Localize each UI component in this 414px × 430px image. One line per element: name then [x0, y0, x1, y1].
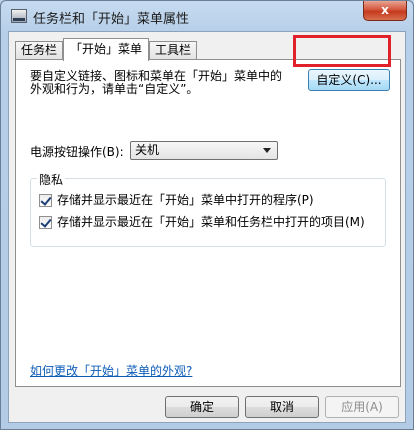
close-button[interactable]: x	[363, 1, 407, 21]
customize-button[interactable]: 自定义(C)...	[308, 69, 390, 91]
privacy-group: 隐私 存储并显示最近在「开始」菜单中打开的程序(P) 存储并显示最近在「开始」菜…	[30, 171, 386, 247]
start-menu-help-link[interactable]: 如何更改「开始」菜单的外观?	[30, 362, 192, 379]
recent-items-checkbox[interactable]	[39, 216, 52, 229]
customize-description: 要自定义链接、图标和菜单在「开始」菜单中的 外观和行为，请单击“自定义”。	[30, 70, 300, 96]
properties-window: 任务栏和「开始」菜单属性 x 任务栏 「开始」菜单 工具栏 要自定义链接、图标和…	[0, 0, 414, 430]
power-button-label: 电源按钮操作(B):	[30, 145, 124, 159]
recent-items-label: 存储并显示最近在「开始」菜单和任务栏中打开的项目(M)	[57, 215, 365, 229]
tab-taskbar[interactable]: 任务栏	[15, 41, 63, 60]
description-line-2: 外观和行为，请单击“自定义”。	[30, 82, 199, 96]
recent-programs-checkbox[interactable]	[39, 194, 52, 207]
power-button-value: 关机	[135, 143, 160, 157]
taskbar-icon	[11, 9, 27, 23]
dialog-client: 任务栏 「开始」菜单 工具栏 要自定义链接、图标和菜单在「开始」菜单中的 外观和…	[8, 31, 406, 423]
start-menu-tab-page: 要自定义链接、图标和菜单在「开始」菜单中的 外观和行为，请单击“自定义”。 自定…	[15, 59, 401, 387]
recent-programs-label: 存储并显示最近在「开始」菜单中打开的程序(P)	[57, 193, 314, 207]
power-button-select[interactable]: 关机	[130, 141, 278, 160]
tab-start-menu[interactable]: 「开始」菜单	[63, 38, 149, 61]
ok-button[interactable]: 确定	[165, 396, 239, 418]
cancel-button[interactable]: 取消	[245, 396, 319, 418]
tab-toolbars[interactable]: 工具栏	[149, 41, 197, 60]
title-bar[interactable]: 任务栏和「开始」菜单属性 x	[1, 1, 413, 31]
chevron-down-icon	[263, 148, 271, 153]
window-title: 任务栏和「开始」菜单属性	[33, 12, 190, 27]
apply-button[interactable]: 应用(A)	[325, 396, 399, 418]
privacy-title: 隐私	[37, 171, 66, 188]
